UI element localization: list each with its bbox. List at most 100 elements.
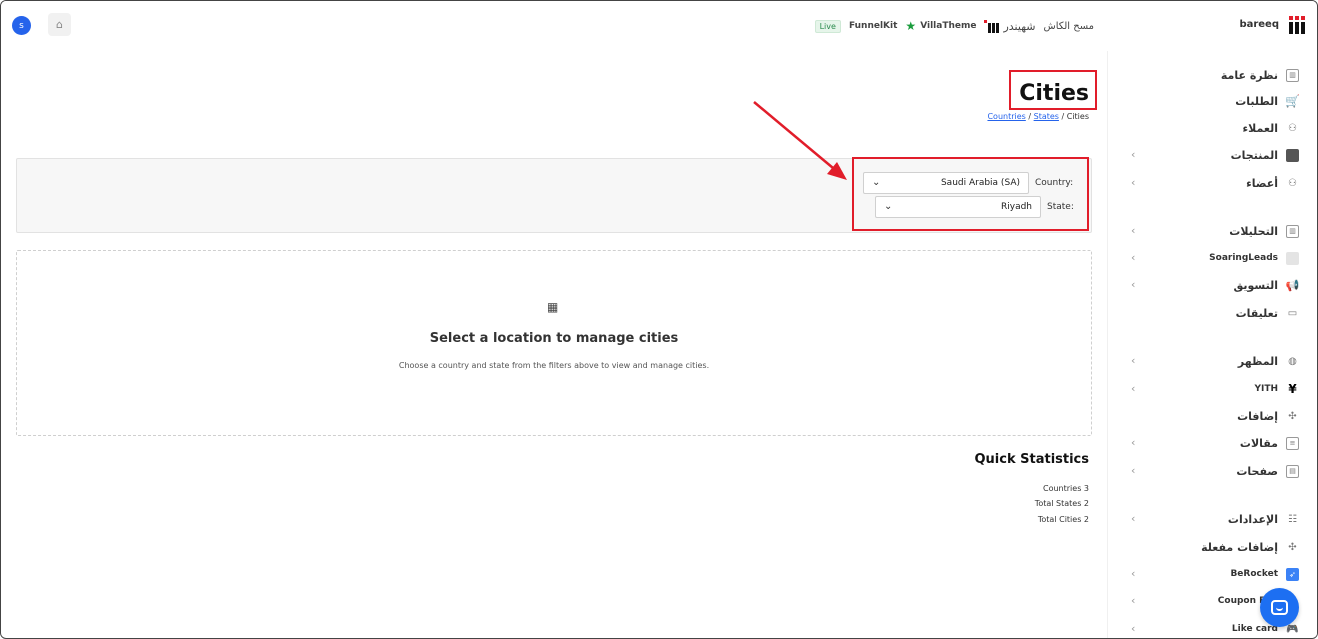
sidebar-item-products[interactable]: ‹ المنتجات bbox=[1131, 145, 1299, 165]
products-icon bbox=[1286, 148, 1299, 162]
shahinder-link[interactable]: شهيندر bbox=[984, 19, 1036, 33]
funnelkit-link[interactable]: FunnelKit bbox=[849, 21, 897, 31]
sidebar-item-label: التسويق bbox=[1233, 278, 1278, 292]
stats-title: Quick Statistics bbox=[974, 452, 1089, 467]
chevron-left-icon: ‹ bbox=[1131, 278, 1136, 291]
brand-logo-icon bbox=[984, 19, 1000, 33]
stat-countries: Countries 3 bbox=[1043, 484, 1089, 493]
breadcrumb-current: Cities bbox=[1066, 112, 1089, 121]
sidebar-item-appearance[interactable]: ‹ المظهر ◍ bbox=[1131, 351, 1299, 371]
sidebar-item-label: إضافات bbox=[1237, 409, 1278, 423]
stat-total-cities: Total Cities 2 bbox=[1037, 515, 1089, 524]
empty-state-title: Select a location to manage cities bbox=[429, 331, 679, 346]
sidebar-item-overview[interactable]: نظرة عامة ▥ bbox=[1131, 65, 1299, 85]
sidebar-item-posts[interactable]: ‹ مقالات ≡ bbox=[1131, 433, 1299, 453]
chat-launcher-button[interactable] bbox=[1260, 588, 1299, 627]
admin-sidebar: نظرة عامة ▥ الطلبات 🛒 العملاء ⚇ ‹ المنتج… bbox=[1108, 51, 1317, 638]
analytics-icon: ▥ bbox=[1286, 224, 1299, 238]
breadcrumb-states-link[interactable]: States bbox=[1034, 112, 1059, 121]
home-icon: ⌂ bbox=[56, 18, 63, 31]
sidebar-item-label: الطلبات bbox=[1235, 94, 1278, 108]
title-highlight-box bbox=[1009, 70, 1097, 110]
cart-icon: 🛒 bbox=[1285, 94, 1300, 108]
sidebar-item-members[interactable]: ‹ أعضاء ⚇ bbox=[1131, 173, 1299, 193]
chevron-left-icon: ‹ bbox=[1131, 251, 1136, 264]
sidebar-item-yith[interactable]: ‹ YITH ¥ bbox=[1131, 379, 1299, 399]
site-brand[interactable]: bareeq bbox=[1239, 14, 1305, 34]
empty-state-subtitle: Choose a country and state from the filt… bbox=[398, 361, 710, 370]
sidebar-item-label: YITH bbox=[1254, 384, 1278, 394]
sidebar-item-pages[interactable]: ‹ صفحات ▤ bbox=[1131, 461, 1299, 481]
home-button[interactable]: ⌂ bbox=[48, 13, 71, 36]
sidebar-item-berocket[interactable]: ‹ BeRocket ➶ bbox=[1131, 564, 1299, 584]
villatheme-link[interactable]: ★ VillaTheme bbox=[905, 19, 976, 33]
site-name: bareeq bbox=[1239, 18, 1279, 30]
sidebar-item-label: المظهر bbox=[1237, 354, 1278, 368]
appearance-icon: ◍ bbox=[1288, 355, 1297, 367]
building-icon: ▦ bbox=[547, 300, 559, 314]
berocket-icon: ➶ bbox=[1286, 567, 1299, 581]
user-avatar[interactable]: s bbox=[12, 16, 31, 35]
chevron-left-icon: ‹ bbox=[1131, 622, 1136, 635]
chevron-left-icon: ‹ bbox=[1131, 354, 1136, 367]
admin-topbar: s ⌂ Live FunnelKit ★ VillaTheme شهيندر م… bbox=[1, 1, 1317, 51]
chat-icon bbox=[1271, 600, 1288, 615]
active-plugins-icon: ✣ bbox=[1288, 541, 1297, 553]
pages-icon: ▤ bbox=[1286, 464, 1299, 478]
chevron-left-icon: ‹ bbox=[1131, 464, 1136, 477]
shahinder-label: شهيندر bbox=[1003, 19, 1036, 33]
app-window: s ⌂ Live FunnelKit ★ VillaTheme شهيندر م… bbox=[0, 0, 1318, 639]
chevron-left-icon: ‹ bbox=[1131, 148, 1136, 161]
top-links: Live FunnelKit ★ VillaTheme شهيندر مسح ا… bbox=[814, 16, 1094, 36]
soaringleads-icon bbox=[1286, 251, 1299, 265]
sidebar-item-orders[interactable]: الطلبات 🛒 bbox=[1131, 91, 1300, 111]
breadcrumb-countries-link[interactable]: Countries bbox=[987, 112, 1025, 121]
live-badge-link[interactable]: Live bbox=[814, 19, 841, 33]
stat-total-states: Total States 2 bbox=[1034, 499, 1089, 508]
breadcrumb-separator: / bbox=[1025, 112, 1034, 121]
star-icon: ★ bbox=[905, 19, 917, 33]
chevron-left-icon: ‹ bbox=[1131, 594, 1136, 607]
settings-icon: ☷ bbox=[1288, 513, 1297, 525]
sidebar-item-label: التحليلات bbox=[1229, 224, 1278, 238]
members-icon: ⚇ bbox=[1288, 177, 1297, 189]
site-logo-icon bbox=[1289, 14, 1305, 34]
chevron-left-icon: ‹ bbox=[1131, 512, 1136, 525]
posts-icon: ≡ bbox=[1286, 436, 1299, 450]
breadcrumb-separator: / bbox=[1058, 112, 1067, 121]
sidebar-item-customers[interactable]: العملاء ⚇ bbox=[1131, 118, 1299, 138]
sidebar-item-label: العملاء bbox=[1242, 121, 1278, 135]
breadcrumb: Countries / States / Cities bbox=[987, 112, 1089, 121]
live-badge: Live bbox=[814, 19, 841, 33]
chevron-left-icon: ‹ bbox=[1131, 567, 1136, 580]
comments-icon: ▭ bbox=[1287, 307, 1298, 319]
sidebar-item-label: تعليقات bbox=[1235, 306, 1278, 320]
yith-icon: ¥ bbox=[1288, 382, 1297, 396]
overview-icon: ▥ bbox=[1286, 68, 1299, 82]
clear-cache-link[interactable]: مسح الكاش bbox=[1043, 21, 1094, 32]
sidebar-item-plugins[interactable]: إضافات ✣ bbox=[1131, 406, 1299, 426]
sidebar-item-marketing[interactable]: ‹ التسويق 📢 bbox=[1131, 275, 1299, 295]
chevron-left-icon: ‹ bbox=[1131, 176, 1136, 189]
plugins-icon: ✣ bbox=[1288, 410, 1297, 422]
sidebar-item-label: أعضاء bbox=[1246, 176, 1278, 190]
sidebar-item-label: صفحات bbox=[1236, 464, 1278, 478]
sidebar-item-label: المنتجات bbox=[1230, 148, 1278, 162]
sidebar-item-label: إضافات مفعلة bbox=[1201, 540, 1278, 554]
sidebar-item-label: مقالات bbox=[1239, 436, 1278, 450]
chevron-left-icon: ‹ bbox=[1131, 436, 1136, 449]
filter-highlight-box bbox=[852, 157, 1089, 231]
sidebar-item-label: SoaringLeads bbox=[1209, 253, 1278, 263]
chevron-left-icon: ‹ bbox=[1131, 224, 1136, 237]
chevron-left-icon: ‹ bbox=[1131, 382, 1136, 395]
sidebar-item-analytics[interactable]: ‹ التحليلات ▥ bbox=[1131, 221, 1299, 241]
sidebar-item-label: نظرة عامة bbox=[1220, 68, 1278, 82]
sidebar-item-active-plugins[interactable]: إضافات مفعلة ✣ bbox=[1131, 537, 1299, 557]
sidebar-item-label: الإعدادات bbox=[1227, 512, 1278, 526]
sidebar-item-settings[interactable]: ‹ الإعدادات ☷ bbox=[1131, 509, 1299, 529]
sidebar-item-label: BeRocket bbox=[1230, 569, 1278, 579]
marketing-icon: 📢 bbox=[1285, 278, 1300, 292]
sidebar-item-soaringleads[interactable]: ‹ SoaringLeads bbox=[1131, 248, 1299, 268]
sidebar-item-comments[interactable]: تعليقات ▭ bbox=[1131, 303, 1299, 323]
customers-icon: ⚇ bbox=[1288, 122, 1297, 134]
